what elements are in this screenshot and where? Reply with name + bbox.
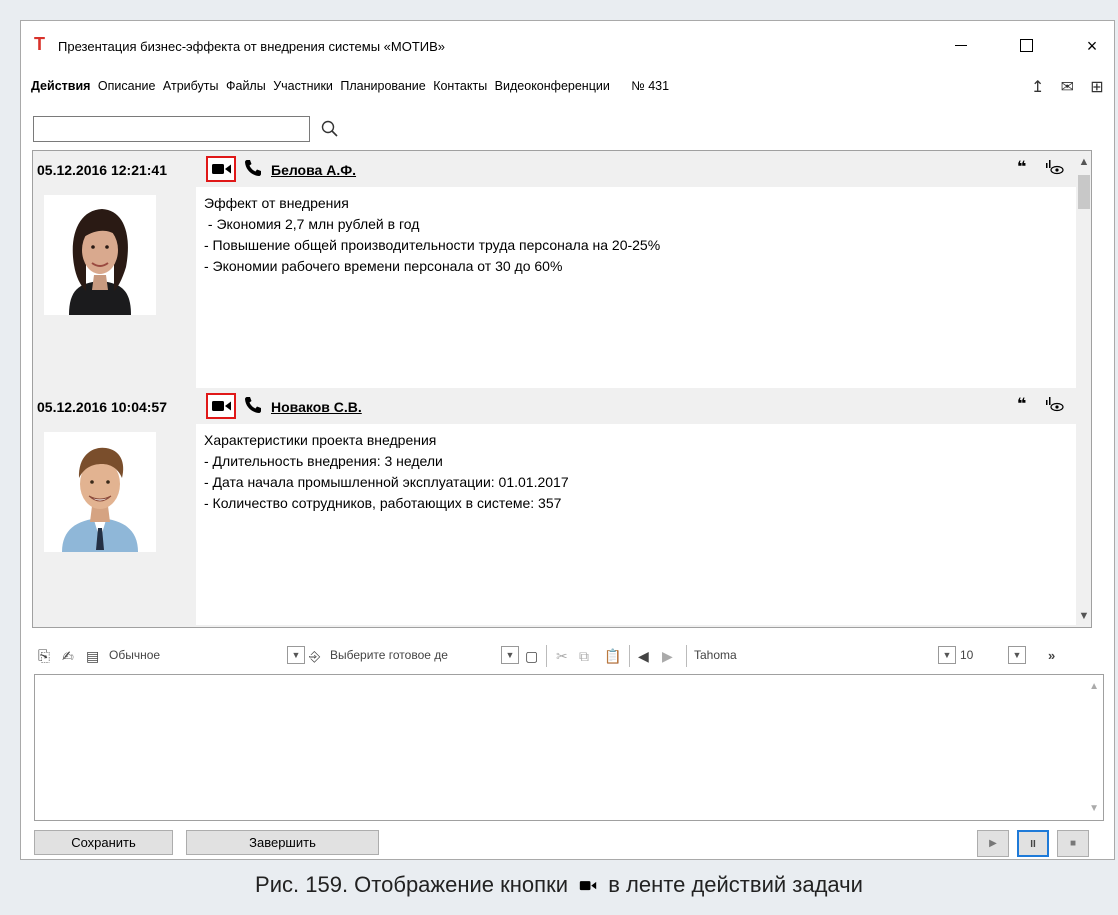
message-editor[interactable]: ▲ ▼ [34,674,1104,821]
phone-icon[interactable] [243,158,263,178]
editor-scroll-up-icon[interactable]: ▲ [1089,681,1099,692]
video-camera-icon [579,881,597,891]
template-select[interactable]: Выберите готовое де [330,648,448,662]
feed-entry: 05.12.2016 12:21:41 Белова А.Ф. ❝ Эффект… [33,151,1076,388]
tab-planning[interactable]: Планирование [340,79,425,93]
phone-icon[interactable] [243,395,263,415]
title-bar: Т Презентация бизнес-эффекта от внедрени… [21,21,1114,71]
editor-scroll-down-icon[interactable]: ▼ [1089,803,1099,814]
caption-text-after: в ленте действий задачи [608,872,863,897]
template-dropdown-chevron-icon[interactable]: ▼ [501,646,519,664]
entry-text: Характеристики проекта внедрения - Длите… [196,424,1076,625]
close-button[interactable]: × [1070,32,1114,60]
font-size-select[interactable]: 10 [960,648,973,662]
read-status-icon[interactable] [1043,157,1065,177]
document-list-icon[interactable]: ▤ [86,648,99,665]
video-camera-icon [212,164,231,174]
entry-author[interactable]: Новаков С.В. [271,399,362,415]
font-size-dropdown-chevron-icon[interactable]: ▼ [1008,646,1026,664]
maximize-icon [1019,39,1033,53]
attach-icon[interactable]: ⎘ [38,648,50,665]
tab-videoconferences[interactable]: Видеоконференции [495,79,610,93]
stop-button[interactable]: ■ [1057,830,1089,857]
caption-text-before: Рис. 159. Отображение кнопки [255,872,568,897]
tab-attributes[interactable]: Атрибуты [163,79,219,93]
feed-entry: 05.12.2016 10:04:57 Новаков С.В. ❝ Харак… [33,388,1076,625]
tab-description[interactable]: Описание [98,79,156,93]
entry-header: 05.12.2016 12:21:41 Белова А.Ф. ❝ [33,151,1076,187]
figure-caption: Рис. 159. Отображение кнопки в ленте дей… [0,872,1118,898]
hierarchy-icon[interactable]: ⊞ [1086,77,1108,97]
search-input[interactable] [33,116,310,142]
entry-date: 05.12.2016 10:04:57 [37,399,167,415]
minimize-icon [955,45,967,47]
tab-contacts[interactable]: Контакты [433,79,487,93]
action-feed: 05.12.2016 12:21:41 Белова А.Ф. ❝ Эффект… [32,150,1092,628]
redo-icon[interactable]: ▶ [662,648,673,665]
pin-icon[interactable]: ↥ [1027,77,1049,97]
style-dropdown-chevron-icon[interactable]: ▼ [287,646,305,664]
tab-bar: Действия Описание Атрибуты Файлы Участни… [21,71,1114,103]
video-call-button[interactable] [206,156,236,182]
style-select[interactable]: Обычное [109,648,160,662]
toolbar-overflow-icon[interactable]: » [1048,648,1055,663]
maximize-button[interactable] [1004,32,1048,60]
toolbar-divider [629,645,630,667]
pause-button[interactable]: II [1017,830,1049,857]
scroll-thumb[interactable] [1078,175,1090,209]
toolbar-divider [546,645,547,667]
signature-icon[interactable]: ✍ [62,648,74,665]
copy-icon[interactable]: ⧉ [579,648,589,665]
app-logo-icon: Т [34,34,45,54]
new-document-icon[interactable]: ▢ [525,648,538,665]
quote-icon[interactable]: ❝ [1017,394,1026,414]
stop-icon: ■ [1069,838,1077,849]
entry-author[interactable]: Белова А.Ф. [271,162,356,178]
toolbar-divider [686,645,687,667]
font-dropdown-chevron-icon[interactable]: ▼ [938,646,956,664]
play-button[interactable]: ▶ [977,830,1009,857]
avatar-woman [44,195,156,315]
scroll-down-arrow-icon[interactable]: ▼ [1076,608,1091,624]
paste-icon[interactable]: 📋 [604,648,621,665]
mail-icon[interactable]: ✉ [1056,77,1078,97]
quote-icon[interactable]: ❝ [1017,157,1026,177]
window-title: Презентация бизнес-эффекта от внедрения … [58,39,446,54]
tab-participants[interactable]: Участники [273,79,333,93]
template-icon[interactable]: ⎆ [309,648,320,665]
tab-files[interactable]: Файлы [226,79,266,93]
avatar-man [44,432,156,552]
video-camera-icon [212,401,231,411]
entry-date: 05.12.2016 12:21:41 [37,162,167,178]
minimize-button[interactable] [939,32,983,60]
save-button[interactable]: Сохранить [34,830,173,855]
feed-scrollbar[interactable]: ▲ ▼ [1076,151,1091,627]
undo-icon[interactable]: ◀ [638,648,649,665]
font-select[interactable]: Tahoma [694,648,737,662]
cut-icon[interactable]: ✂ [556,648,568,665]
video-call-button[interactable] [206,393,236,419]
tab-actions[interactable]: Действия [31,79,90,93]
entry-header: 05.12.2016 10:04:57 Новаков С.В. ❝ [33,388,1076,424]
bottom-bar: Сохранить Завершить ▶ II ■ [20,825,1115,860]
play-icon: ▶ [989,838,997,849]
pause-icon: II [1030,839,1036,850]
editor-toolbar: ⎘ ✍ ▤ Обычное ▼ ⎆ Выберите готовое де ▼ … [32,640,1107,674]
read-status-icon[interactable] [1043,394,1065,414]
finish-button[interactable]: Завершить [186,830,379,855]
task-number: № 431 [631,79,670,93]
search-icon[interactable] [318,117,342,141]
entry-text: Эффект от внедрения - Экономия 2,7 млн р… [196,187,1076,388]
scroll-up-arrow-icon[interactable]: ▲ [1076,154,1091,170]
